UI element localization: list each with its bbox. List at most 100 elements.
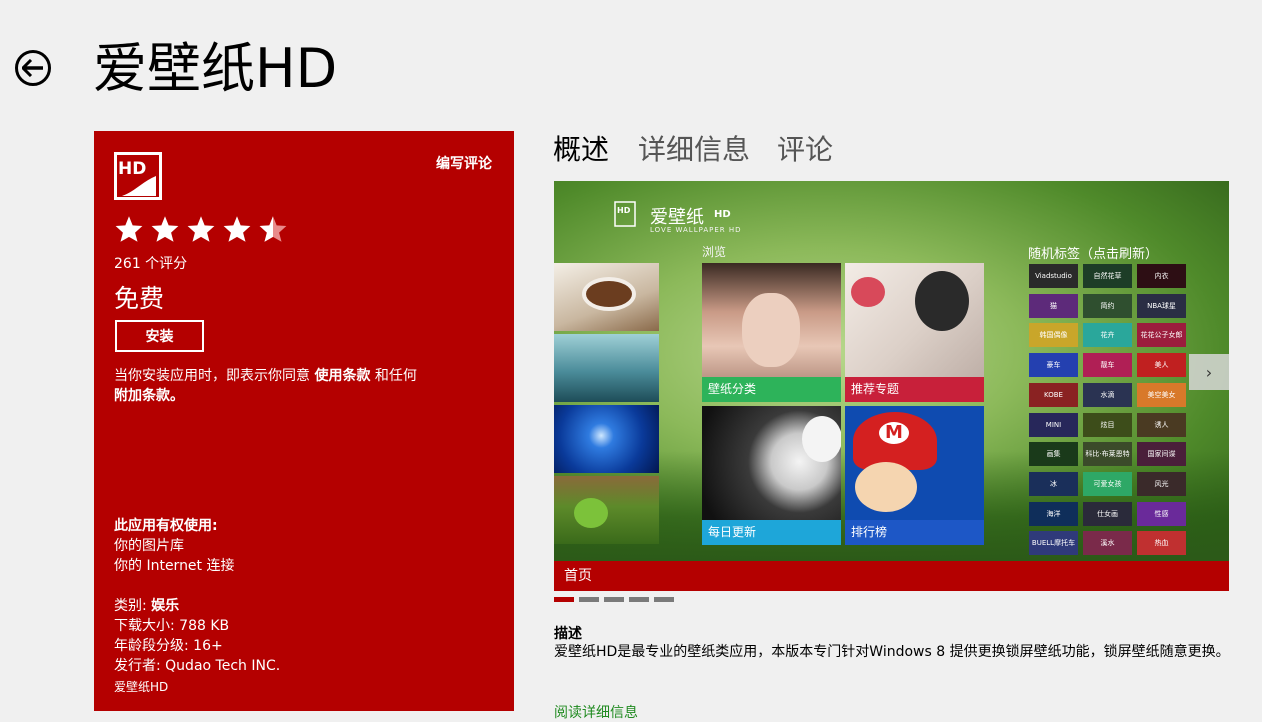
screenshot-logo-sub: LOVE WALLPAPER HD	[650, 226, 742, 234]
app-info-panel: HD 编写评论 261 个评分 免费 安装 当你安装应用时，即表示你同意 使用条…	[94, 131, 514, 711]
thumbnail-droplets	[554, 334, 659, 402]
tag-item[interactable]: 可爱女孩	[1083, 471, 1132, 496]
tag-item[interactable]: 风光	[1137, 471, 1186, 496]
permission-item: 你的 Internet 连接	[114, 558, 235, 574]
doodle-head-shape	[802, 416, 841, 462]
tag-item[interactable]: 内衣	[1137, 264, 1186, 288]
coffee-cup-shape	[582, 277, 636, 311]
tile-categories[interactable]: 壁纸分类	[702, 263, 841, 402]
star-full-icon	[187, 216, 215, 242]
tag-item[interactable]: 性感	[1137, 501, 1186, 526]
tile-ranking[interactable]: M 排行榜	[845, 406, 984, 545]
lime-shape	[574, 498, 608, 528]
portrait-face-shape	[742, 293, 800, 367]
tag-item[interactable]: 科比·布莱恩特	[1083, 442, 1132, 467]
tag-item[interactable]: 韩国偶像	[1029, 323, 1078, 348]
star-full-icon	[115, 216, 143, 242]
tile-categories-label: 壁纸分类	[702, 377, 841, 402]
category: 类别: 娱乐	[114, 595, 179, 615]
star-half-icon	[259, 216, 287, 242]
tag-item[interactable]: 美人	[1137, 353, 1186, 378]
pager-dot[interactable]	[629, 597, 649, 602]
tab-details[interactable]: 详细信息	[638, 128, 750, 168]
terms-suffix: 。	[170, 388, 184, 404]
terms-text: 当你安装应用时，即表示你同意 使用条款 和任何 附加条款。	[114, 366, 474, 406]
hair-shape	[915, 271, 969, 331]
publisher: 发行者: Qudao Tech INC.	[114, 658, 281, 674]
tag-item[interactable]: 画集	[1029, 442, 1078, 467]
install-button[interactable]: 安装	[115, 320, 204, 352]
mario-face-shape	[855, 462, 917, 512]
permission-item: 你的图片库	[114, 538, 184, 554]
tag-item[interactable]: KOBE	[1029, 382, 1078, 407]
page-title: 爱壁纸HD	[93, 37, 338, 100]
tag-item[interactable]: 简约	[1083, 293, 1132, 318]
additional-terms-link[interactable]: 附加条款	[114, 388, 170, 404]
download-size: 下载大小: 788 KB	[114, 618, 230, 634]
next-screenshot-button[interactable]: ›	[1189, 354, 1229, 390]
permissions-title: 此应用有权使用:	[114, 518, 218, 534]
tag-item[interactable]: MINI	[1029, 412, 1078, 437]
thumbnail-blue-drop	[554, 405, 659, 473]
tile-featured-label: 推荐专题	[845, 377, 984, 402]
svg-text:HD: HD	[617, 206, 631, 215]
back-arrow-icon	[22, 59, 43, 77]
tile-featured[interactable]: 推荐专题	[845, 263, 984, 402]
tag-item[interactable]: 炫目	[1083, 412, 1132, 437]
category-value[interactable]: 娱乐	[151, 598, 179, 614]
description-body: 爱壁纸HD是最专业的壁纸类应用，本版本专门针对Windows 8 提供更换锁屏壁…	[554, 644, 1230, 660]
tag-item[interactable]: 仕女画	[1083, 501, 1132, 526]
terms-prefix: 当你安装应用时，即表示你同意	[114, 368, 310, 384]
rating-count: 261 个评分	[114, 256, 188, 272]
tag-item[interactable]: 溪水	[1083, 531, 1132, 556]
back-button[interactable]	[15, 50, 51, 86]
app-name-small: 爱壁纸HD	[114, 680, 169, 694]
read-more-link[interactable]: 阅读详细信息	[554, 702, 638, 722]
random-tags-title: 随机标签（点击刷新）	[1028, 247, 1159, 262]
tab-overview[interactable]: 概述	[553, 128, 609, 168]
app-logo-icon: HD	[114, 152, 162, 200]
tab-reviews[interactable]: 评论	[777, 128, 833, 168]
tag-item[interactable]: 猫	[1029, 293, 1078, 318]
tag-item[interactable]: 国家间谍	[1137, 442, 1186, 467]
tag-item[interactable]: 花卉	[1083, 323, 1132, 348]
app-screenshot: HD 爱壁纸 HD LOVE WALLPAPER HD 浏览 随机标签（点击刷新…	[554, 181, 1229, 561]
tile-ranking-label: 排行榜	[845, 520, 984, 545]
pager-dot[interactable]	[654, 597, 674, 602]
star-rating	[114, 215, 288, 243]
star-full-icon	[223, 216, 251, 242]
tile-daily-label: 每日更新	[702, 520, 841, 545]
pager-dot[interactable]	[554, 597, 574, 602]
tag-item[interactable]: 海洋	[1029, 501, 1078, 526]
app-logo-text: HD	[118, 159, 146, 179]
category-label: 类别:	[114, 598, 147, 614]
screenshot-logo-icon: HD	[614, 201, 636, 227]
tag-item[interactable]: 水滴	[1083, 382, 1132, 407]
cap-emblem: M	[879, 422, 909, 444]
tag-item[interactable]: 冰	[1029, 471, 1078, 496]
terms-of-use-link[interactable]: 使用条款	[314, 368, 370, 384]
terms-middle: 和任何	[374, 368, 417, 384]
tag-item[interactable]: 诱人	[1137, 412, 1186, 437]
screenshot-pager	[554, 597, 674, 602]
thumbnail-lime	[554, 476, 659, 544]
tag-item[interactable]: 自然花草	[1083, 264, 1132, 288]
pager-dot[interactable]	[604, 597, 624, 602]
write-review-link[interactable]: 编写评论	[436, 153, 492, 173]
tag-item[interactable]: BUELL摩托车	[1029, 531, 1078, 556]
tile-daily[interactable]: 每日更新	[702, 406, 841, 545]
tag-item[interactable]: 花花公子女郎	[1137, 323, 1186, 348]
price: 免费	[114, 284, 165, 313]
flower-shape	[851, 277, 885, 307]
chevron-right-icon: ›	[1205, 362, 1213, 382]
description-title: 描述	[554, 626, 582, 642]
screenshot-caption-bar: 首页	[554, 561, 1229, 591]
screenshot-logo-hd: HD	[714, 209, 731, 220]
tag-item[interactable]: Viadstudio	[1029, 264, 1078, 288]
tag-item[interactable]: 靓车	[1083, 353, 1132, 378]
pager-dot[interactable]	[579, 597, 599, 602]
tag-item[interactable]: NBA球星	[1137, 293, 1186, 318]
tag-item[interactable]: 美空美女	[1137, 382, 1186, 407]
tag-item[interactable]: 热血	[1137, 531, 1186, 556]
tag-item[interactable]: 豪车	[1029, 353, 1078, 378]
